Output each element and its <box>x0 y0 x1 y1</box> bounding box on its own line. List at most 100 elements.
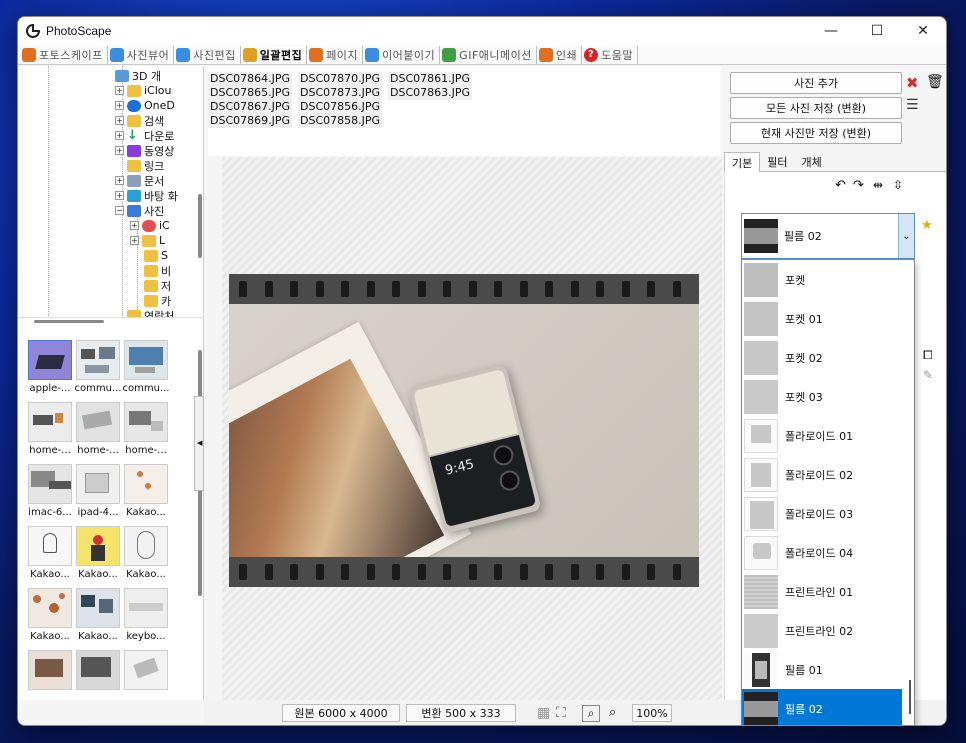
file-item[interactable]: DSC07863.JPG <box>388 86 473 100</box>
tree-item-pictures[interactable]: − 사진 <box>115 203 164 218</box>
tab-page[interactable]: 페이지 <box>307 45 364 64</box>
thumbnail[interactable]: Kakao... <box>74 588 122 648</box>
expand-icon[interactable]: + <box>115 191 124 200</box>
flip-horizontal-icon[interactable]: ⇹ <box>873 178 883 192</box>
file-item[interactable]: DSC07865.JPG <box>208 86 293 100</box>
tree-item-icloud-photos[interactable]: + iC <box>130 218 170 233</box>
thumbnail[interactable]: ipad-4... <box>74 464 122 524</box>
tree-item-s[interactable]: S <box>144 248 168 263</box>
tree-item-desktop[interactable]: + 바탕 화 <box>115 188 178 203</box>
add-photo-button[interactable]: 사진 추가 <box>730 72 902 94</box>
tab-object[interactable]: 개체 <box>795 152 829 172</box>
close-button[interactable]: ✕ <box>900 17 946 45</box>
tree-scrollbar[interactable] <box>198 194 202 258</box>
tab-combine[interactable]: 이어붙이기 <box>363 45 441 64</box>
frame-option-selected[interactable]: 필름 02 <box>742 689 902 725</box>
thumbnail[interactable] <box>122 650 170 700</box>
dropdown-scrollbar[interactable] <box>909 680 911 714</box>
thumbnail[interactable]: Kakao... <box>74 526 122 586</box>
tree-horizontal-scrollbar[interactable] <box>34 320 104 323</box>
chevron-down-icon[interactable]: ⌄ <box>898 214 914 258</box>
thumbnail[interactable]: home-... <box>122 402 170 462</box>
thumbnail[interactable]: Kakao... <box>122 464 170 524</box>
tree-item-j[interactable]: 저 <box>144 278 171 293</box>
rotate-left-icon[interactable]: ↶ <box>835 178 846 193</box>
frame-option[interactable]: 포켓 <box>742 260 902 299</box>
frame-option[interactable]: 포켓 02 <box>742 338 902 377</box>
tab-editor[interactable]: 사진편집 <box>174 45 241 64</box>
pen-icon[interactable]: ✎ <box>923 368 933 382</box>
frame-select[interactable]: 필름 02 ⌄ <box>741 213 915 259</box>
tab-viewer[interactable]: 사진뷰어 <box>108 45 175 64</box>
file-item[interactable]: DSC07864.JPG <box>208 72 293 86</box>
tab-basic[interactable]: 기본 <box>724 152 761 172</box>
expand-icon[interactable]: + <box>115 116 124 125</box>
save-all-button[interactable]: 모든 사진 저장 (변환) <box>730 97 902 119</box>
tree-item-downloads[interactable]: + ↓ 다운로 <box>115 128 174 143</box>
tab-photoscape[interactable]: 포토스케이프 <box>20 45 108 64</box>
thumbnail[interactable] <box>74 650 122 700</box>
remove-icon[interactable]: ✖ <box>906 74 919 92</box>
tree-item-contacts[interactable]: 연락처 <box>127 308 174 317</box>
tree-item-onedrive[interactable]: + OneD <box>115 98 175 113</box>
list-icon[interactable]: ☰ <box>906 97 919 113</box>
frame-option[interactable]: 프린트라인 02 <box>742 611 902 650</box>
fit-screen-icon[interactable]: ⛶ <box>556 705 566 721</box>
expand-icon[interactable]: + <box>115 101 124 110</box>
transparency-icon[interactable]: ▦ <box>537 705 550 721</box>
tree-item-search[interactable]: + 검색 <box>115 113 164 128</box>
tree-item-k[interactable]: 카 <box>144 293 171 308</box>
tree-item-videos[interactable]: + 동영상 <box>115 143 174 158</box>
file-item[interactable]: DSC07869.JPG <box>208 114 293 128</box>
expand-icon[interactable]: + <box>115 131 124 140</box>
favorite-star-icon[interactable]: ★ <box>921 218 933 233</box>
trash-icon[interactable]: 🗑 <box>926 74 944 90</box>
frame-option[interactable]: 필름 01 <box>742 650 902 689</box>
expand-icon[interactable]: + <box>130 221 139 230</box>
thumbnail[interactable]: Kakao... <box>122 526 170 586</box>
frame-option[interactable]: 폴라로이드 01 <box>742 416 902 455</box>
tree-item-b[interactable]: 비 <box>144 263 171 278</box>
frame-option[interactable]: 폴라로이드 02 <box>742 455 902 494</box>
tree-item-links[interactable]: 링크 <box>127 158 164 173</box>
thumbnail[interactable]: home-... <box>26 402 74 462</box>
file-item[interactable]: DSC07856.JPG <box>298 100 383 114</box>
tree-item-l[interactable]: + L <box>130 233 165 248</box>
thumbnail[interactable]: apple-... <box>26 340 74 400</box>
frame-option[interactable]: 폴라로이드 03 <box>742 494 902 533</box>
thumbnail[interactable] <box>26 650 74 700</box>
tab-filter[interactable]: 필터 <box>760 152 794 172</box>
file-item[interactable]: DSC07873.JPG <box>298 86 383 100</box>
file-item[interactable]: DSC07861.JPG <box>388 72 473 86</box>
flip-vertical-icon[interactable]: ⇳ <box>893 178 903 192</box>
pane-collapse-handle[interactable]: ◀ <box>194 396 204 491</box>
tree-item-3d[interactable]: 3D 개 <box>115 68 161 83</box>
thumbnail[interactable]: home-... <box>74 402 122 462</box>
thumbnail[interactable]: Kakao... <box>26 588 74 648</box>
crop-icon[interactable]: ⧠ <box>923 348 933 363</box>
thumbnail[interactable]: imac-6... <box>26 464 74 524</box>
expand-icon[interactable]: + <box>115 176 124 185</box>
thumbnail[interactable]: Kakao... <box>26 526 74 586</box>
frame-option[interactable]: 폴라로이드 04 <box>742 533 902 572</box>
thumbnail[interactable]: commu... <box>122 340 170 400</box>
frame-option[interactable]: 포켓 01 <box>742 299 902 338</box>
expand-icon[interactable]: + <box>115 86 124 95</box>
frame-option[interactable]: 프린트라인 01 <box>742 572 902 611</box>
file-item[interactable]: DSC07867.JPG <box>208 100 293 114</box>
zoom-level[interactable]: 100% <box>632 704 672 722</box>
collapse-icon[interactable]: − <box>115 206 124 215</box>
rotate-right-icon[interactable]: ↷ <box>853 178 864 193</box>
expand-icon[interactable]: + <box>130 236 139 245</box>
tab-help[interactable]: ? 도움말 <box>582 45 638 64</box>
tab-print[interactable]: 인쇄 <box>537 45 583 64</box>
minimize-button[interactable]: — <box>808 17 854 45</box>
maximize-button[interactable]: ☐ <box>854 17 900 45</box>
thumbnail[interactable]: keybo... <box>122 588 170 648</box>
tab-gif-animation[interactable]: GIF애니메이션 <box>440 45 537 64</box>
file-item[interactable]: DSC07858.JPG <box>298 114 383 128</box>
tree-item-icloud[interactable]: + iClou <box>115 83 172 98</box>
expand-icon[interactable]: + <box>115 146 124 155</box>
thumbnail[interactable]: commu... <box>74 340 122 400</box>
save-current-button[interactable]: 현재 사진만 저장 (변환) <box>730 122 902 144</box>
